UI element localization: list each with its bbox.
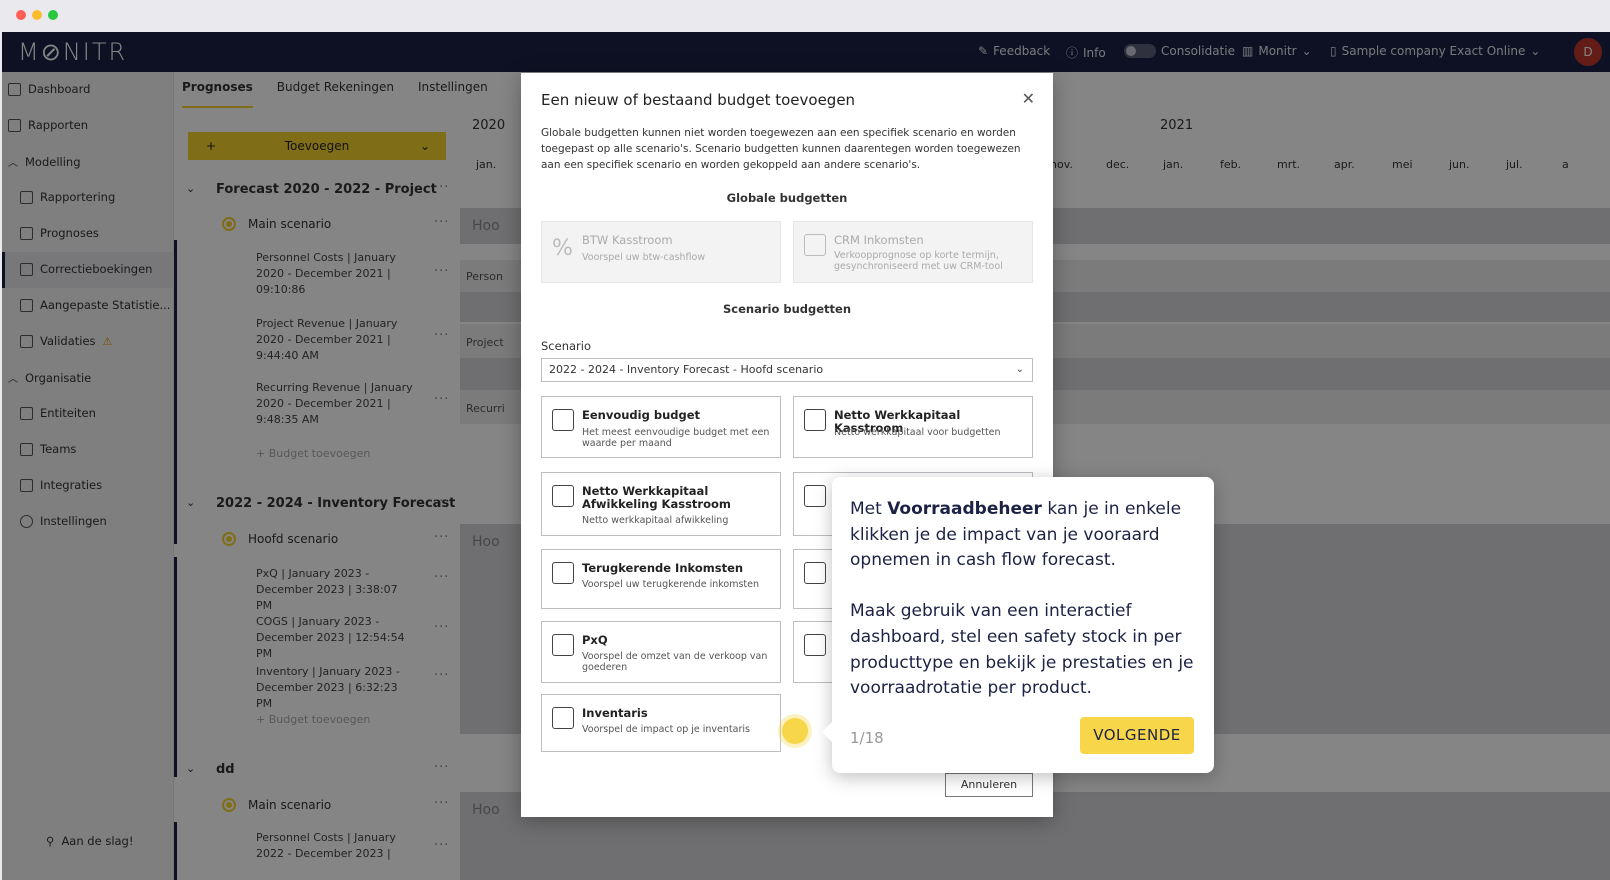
card-crm-inkomsten: CRM Inkomsten Verkoopprognose op korte t… bbox=[793, 221, 1033, 283]
card-netto-werkkapitaal-afwikkeling[interactable]: Netto Werkkapitaal Afwikkeling Kasstroom… bbox=[541, 472, 781, 536]
card-pxq[interactable]: PxQ Voorspel de omzet van de verkoop van… bbox=[541, 621, 781, 683]
card-inventaris[interactable]: Inventaris Voorspel de impact op je inve… bbox=[541, 694, 781, 752]
card-terugkerende-inkomsten[interactable]: Terugkerende Inkomsten Voorspel uw terug… bbox=[541, 549, 781, 609]
calendar-icon bbox=[552, 485, 574, 507]
cancel-button[interactable]: Annuleren bbox=[945, 773, 1033, 797]
boxes-icon bbox=[552, 634, 574, 656]
close-icon[interactable]: ✕ bbox=[1022, 89, 1035, 108]
people-icon bbox=[804, 485, 826, 507]
tour-step-counter: 1/18 bbox=[850, 729, 884, 747]
scenario-select[interactable]: 2022 - 2024 - Inventory Forecast - Hoofd… bbox=[541, 358, 1033, 382]
scenario-budgets-heading: Scenario budgetten bbox=[722, 302, 852, 316]
calendar-icon bbox=[804, 409, 826, 431]
cash-icon bbox=[804, 634, 826, 656]
shapes-icon bbox=[552, 409, 574, 431]
card-netto-werkkapitaal-kasstroom[interactable]: Netto Werkkapitaal Kasstroom Netto werkk… bbox=[793, 396, 1033, 458]
browser-titlebar bbox=[0, 0, 1610, 32]
tour-text: Met Voorraadbeheer kan je in enkele klik… bbox=[850, 499, 1194, 699]
dialog-description: Globale budgetten kunnen niet worden toe… bbox=[541, 127, 1021, 171]
next-button[interactable]: VOLGENDE bbox=[1080, 717, 1194, 754]
recurring-calendar-icon bbox=[552, 562, 574, 584]
close-window-icon[interactable] bbox=[16, 10, 26, 20]
team-chart-icon bbox=[804, 562, 826, 584]
app-window: M⊘NITR ✎ Feedback ⓘ Info Consolidatie ▥ … bbox=[2, 32, 1610, 880]
tour-beacon[interactable] bbox=[782, 718, 808, 744]
minimize-window-icon[interactable] bbox=[32, 10, 42, 20]
global-budgets-heading: Globale budgetten bbox=[726, 191, 848, 205]
scenario-label: Scenario bbox=[541, 339, 591, 353]
tour-tooltip: Met Voorraadbeheer kan je in enkele klik… bbox=[822, 477, 1214, 773]
cube-icon bbox=[804, 234, 826, 256]
tour-spotlight: Inventaris Voorspel de impact op je inve… bbox=[536, 684, 794, 770]
card-btw-kasstroom: % BTW Kasstroom Voorspel uw btw-cashflow bbox=[541, 221, 781, 283]
dialog-title: Een nieuw of bestaand budget toevoegen bbox=[541, 91, 856, 109]
chevron-down-icon: ⌄ bbox=[1015, 364, 1024, 375]
maximize-window-icon[interactable] bbox=[48, 10, 58, 20]
percent-icon: % bbox=[552, 236, 573, 261]
warehouse-icon bbox=[552, 707, 574, 729]
card-eenvoudig-budget[interactable]: Eenvoudig budget Het meest eenvoudige bu… bbox=[541, 396, 781, 458]
